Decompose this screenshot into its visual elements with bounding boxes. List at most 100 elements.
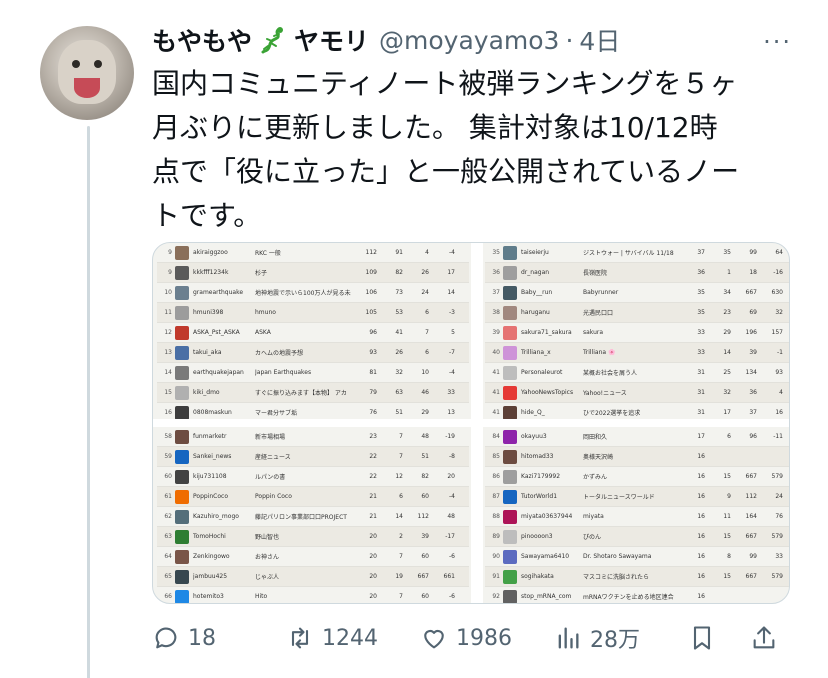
count-cell: 5	[451, 329, 455, 336]
ranking-row: 90 Sawayama6410 Dr. Shotaro Sawayama 16 8 99 3…	[485, 547, 789, 567]
account-name-cell: 新市場相場	[255, 434, 286, 441]
account-avatar	[175, 305, 189, 320]
rank-cell: 92	[492, 593, 500, 600]
account-id-cell: hotemito3	[193, 593, 224, 600]
count-cell: -1	[777, 349, 783, 356]
account-id-cell: Trilliana_x	[521, 349, 551, 356]
account-avatar	[175, 365, 189, 380]
account-avatar	[503, 489, 517, 504]
account-avatar	[175, 469, 189, 484]
count-cell: 15	[723, 573, 731, 580]
count-cell: 20	[369, 553, 377, 560]
account-avatar	[175, 489, 189, 504]
count-cell: -6	[449, 553, 455, 560]
account-id-cell: akiraiggzoo	[193, 249, 228, 256]
count-cell: 19	[395, 573, 403, 580]
post-time[interactable]: 4日	[579, 22, 620, 58]
display-name-suffix[interactable]: ヤモリ	[294, 22, 369, 58]
count-cell: 76	[775, 513, 783, 520]
count-cell: 196	[745, 329, 757, 336]
count-cell: 20	[369, 533, 377, 540]
count-cell: 93	[775, 369, 783, 376]
ranking-row: 14 earthquakejapan Japan Earthquakes 81 32 10…	[157, 363, 469, 383]
rank-cell: 39	[492, 329, 500, 336]
count-cell: 630	[771, 289, 783, 296]
count-cell: 35	[697, 289, 705, 296]
count-cell: 112	[745, 493, 757, 500]
attached-image[interactable]: 9 akiraiggzoo RKC 一般 112 91 4 -4 9 kkkfff1234k 杉子…	[152, 242, 790, 604]
avatar[interactable]	[40, 26, 134, 120]
rank-cell: 41	[492, 389, 500, 396]
ranking-row: 12 ASKA_Pst_ASKA ASKA 96 41 7 5	[157, 323, 469, 343]
ranking-row: 40 Trilliana_x Trilliana 🌸 33 14 39 -1	[485, 343, 789, 363]
count-cell: 157	[771, 329, 783, 336]
account-id-cell: Personaleurot	[521, 369, 563, 376]
count-cell: 64	[775, 249, 783, 256]
reply-button[interactable]: 18	[152, 618, 216, 658]
count-cell: 17	[697, 433, 705, 440]
count-cell: 76	[369, 409, 377, 416]
count-cell: 23	[723, 309, 731, 316]
account-id-cell: jambuu425	[193, 573, 228, 580]
count-cell: 48	[447, 513, 455, 520]
account-name-cell: 光遇民口口	[583, 310, 614, 317]
ranking-row: 60 kiju731108 ルパンの書 22 12 82 20	[157, 467, 469, 487]
count-cell: 26	[421, 269, 429, 276]
rank-cell: 16	[164, 409, 172, 416]
account-avatar	[175, 589, 189, 603]
tweet-text-line: 国内コミュニティノート被弾ランキングを５ヶ	[152, 67, 738, 100]
count-cell: 109	[365, 269, 377, 276]
count-cell: 36	[749, 389, 757, 396]
like-button[interactable]: 1986	[420, 618, 512, 658]
ranking-quadrant-bottom-right: 84 okayuu3 岡田和久 17 6 96 -11 85 hitomad33 奥様天沢崎 16 8…	[485, 427, 789, 603]
account-id-cell: gramearthquake	[193, 289, 244, 296]
account-avatar	[175, 529, 189, 544]
account-id-cell: pinoooon3	[521, 533, 553, 540]
more-options-icon[interactable]: ···	[763, 28, 792, 56]
count-cell: 23	[369, 433, 377, 440]
count-cell: 31	[697, 409, 705, 416]
bookmark-button[interactable]	[688, 618, 724, 658]
count-cell: 16	[697, 553, 705, 560]
count-cell: -3	[449, 309, 455, 316]
account-id-cell: Kazuhiro_mogo	[193, 513, 239, 520]
reply-icon	[155, 627, 177, 649]
display-name[interactable]: もやもや	[152, 22, 252, 58]
views-button[interactable]: 28万	[554, 618, 640, 658]
count-cell: 164	[745, 513, 757, 520]
count-cell: 93	[369, 349, 377, 356]
count-cell: 32	[775, 309, 783, 316]
retweet-button[interactable]: 1244	[286, 618, 378, 658]
account-id-cell: hitomad33	[521, 453, 554, 460]
account-name-cell: お神さん	[255, 554, 280, 561]
count-cell: 60	[421, 593, 429, 600]
share-button[interactable]	[750, 618, 786, 658]
count-cell: 4	[779, 389, 783, 396]
ranking-row: 84 okayuu3 岡田和久 17 6 96 -11	[485, 427, 789, 447]
account-name-cell: トータルニュースワールド	[583, 494, 655, 501]
account-name-cell: マー君分サブ垢	[255, 410, 298, 417]
count-cell: 16	[697, 573, 705, 580]
rank-cell: 85	[492, 453, 500, 460]
count-cell: 32	[723, 389, 731, 396]
thread-line	[87, 126, 90, 678]
account-name-cell: 奥様天沢崎	[583, 454, 614, 461]
account-id-cell: sakura71_sakura	[521, 329, 572, 336]
account-avatar	[175, 265, 189, 280]
ranking-row: 16 0808maskun マー君分サブ垢 76 51 29 13	[157, 403, 469, 419]
user-handle[interactable]: @moyayamo3	[379, 26, 559, 55]
count-cell: 7	[425, 329, 429, 336]
account-avatar	[175, 285, 189, 300]
count-cell: 33	[447, 389, 455, 396]
account-name-cell: ぴのん	[583, 534, 602, 541]
account-id-cell: Zenkingowo	[193, 553, 230, 560]
account-id-cell: dr_nagan	[521, 269, 550, 276]
count-cell: 667	[417, 573, 429, 580]
count-cell: 105	[365, 309, 377, 316]
count-cell: 29	[421, 409, 429, 416]
avatar-mouth	[74, 78, 100, 98]
rank-cell: 41	[492, 409, 500, 416]
rank-cell: 91	[492, 573, 500, 580]
ranking-row: 15 kiki_dmo すぐに振り込みます【本物】 アカ 79 63 46 33	[157, 383, 469, 403]
account-id-cell: takui_aka	[193, 349, 222, 356]
